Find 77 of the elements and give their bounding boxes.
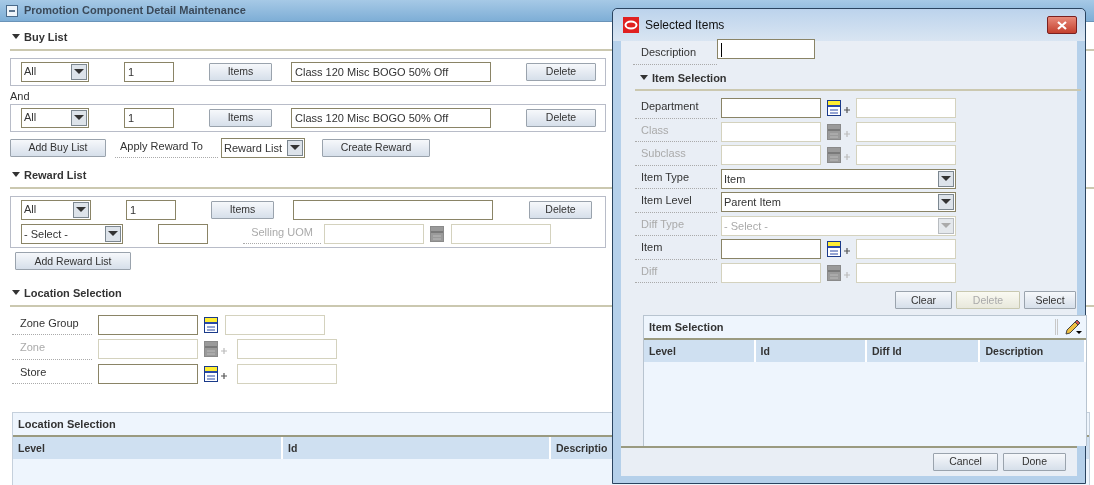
delete-button[interactable]: Delete (529, 200, 592, 219)
field-label: Diff Type (635, 215, 717, 236)
collapse-icon (640, 74, 648, 81)
close-button[interactable] (1047, 16, 1077, 34)
field-label: Diff (635, 262, 717, 283)
section-heading: Reward List (24, 168, 87, 183)
action-button[interactable]: Select (1024, 291, 1076, 309)
field-label: Class (635, 121, 717, 142)
quantity-field[interactable]: 1 (126, 199, 176, 220)
description-field[interactable] (717, 39, 815, 60)
section-heading: Item Selection (652, 70, 727, 86)
type-select[interactable]: All (21, 199, 91, 220)
selling-uom-label: Selling UOM (243, 223, 321, 244)
column-header[interactable]: Level (13, 437, 283, 459)
dialog-title: Selected Items (645, 17, 725, 34)
field-label: Store (12, 363, 92, 384)
items-button[interactable]: Items (211, 200, 274, 219)
location-field[interactable] (98, 363, 198, 384)
add-buy-list-button[interactable]: Add Buy List (10, 138, 106, 157)
field-label: Item Level (635, 192, 717, 213)
text-cursor-icon (721, 43, 722, 58)
column-header[interactable]: Id (283, 437, 551, 459)
section-heading: Location Selection (24, 286, 122, 301)
collapse-icon (12, 34, 20, 41)
field-label: Department (635, 98, 717, 119)
action-button[interactable]: Clear (895, 291, 952, 309)
cancel-button[interactable]: Cancel (933, 452, 998, 471)
close-icon (1057, 20, 1067, 30)
quantity-field[interactable]: 1 (124, 61, 174, 82)
column-header[interactable]: Description (980, 340, 1086, 362)
dropdown-field[interactable]: Item (721, 168, 956, 189)
description-field[interactable]: Class 120 Misc BOGO 50% Off (291, 107, 491, 128)
delete-button[interactable]: Delete (526, 108, 596, 127)
items-button[interactable]: Items (209, 62, 272, 81)
lookup-add-icon (827, 123, 851, 140)
collapse-icon (12, 172, 20, 179)
joiner-label: And (10, 89, 30, 103)
type-select[interactable]: All (21, 107, 89, 128)
field-label: Item (635, 239, 717, 260)
lookup-add-icon (827, 147, 851, 164)
section-heading: Buy List (24, 30, 68, 45)
collapse-icon (12, 290, 20, 297)
edit-menu-button[interactable] (1055, 319, 1082, 335)
dropdown-field[interactable]: Parent Item (721, 192, 956, 213)
lookup-add-icon (827, 264, 851, 281)
apply-reward-select[interactable]: Reward List (221, 137, 305, 158)
field-label: Zone Group (12, 314, 92, 335)
quantity-field[interactable] (158, 223, 208, 244)
panel-title: Promotion Component Detail Maintenance (24, 3, 246, 19)
logo-icon (623, 17, 639, 33)
delete-button[interactable]: Delete (526, 62, 596, 81)
lookup-add-icon (827, 241, 851, 258)
lookup-field[interactable] (721, 98, 821, 119)
items-button[interactable]: Items (209, 108, 272, 127)
create-reward-button[interactable]: Create Reward (322, 138, 430, 157)
lookup-field[interactable] (721, 239, 821, 260)
table-title: Item Selection (649, 319, 724, 335)
done-button[interactable]: Done (1003, 452, 1066, 471)
field-label: Subclass (635, 145, 717, 166)
quantity-field[interactable]: 1 (124, 107, 174, 128)
table-title: Location Selection (18, 416, 116, 432)
description-field[interactable] (293, 199, 493, 220)
field-label: Zone (12, 339, 92, 360)
type-select[interactable]: All (21, 61, 89, 82)
description-field[interactable]: Class 120 Misc BOGO 50% Off (291, 61, 491, 82)
column-header[interactable]: Diff Id (867, 340, 981, 362)
uom-select[interactable]: - Select - (21, 223, 123, 244)
add-reward-list-button[interactable]: Add Reward List (15, 252, 131, 270)
collapse-icon (6, 4, 18, 17)
column-header[interactable]: Level (644, 340, 756, 362)
field-label: Item Type (635, 168, 717, 189)
location-field[interactable] (98, 314, 198, 335)
apply-reward-label: Apply Reward To (115, 137, 218, 158)
lookup-icon (430, 225, 444, 242)
pencil-icon (1064, 319, 1082, 335)
lookup-add-icon (827, 100, 851, 117)
column-header[interactable]: Id (755, 340, 867, 362)
